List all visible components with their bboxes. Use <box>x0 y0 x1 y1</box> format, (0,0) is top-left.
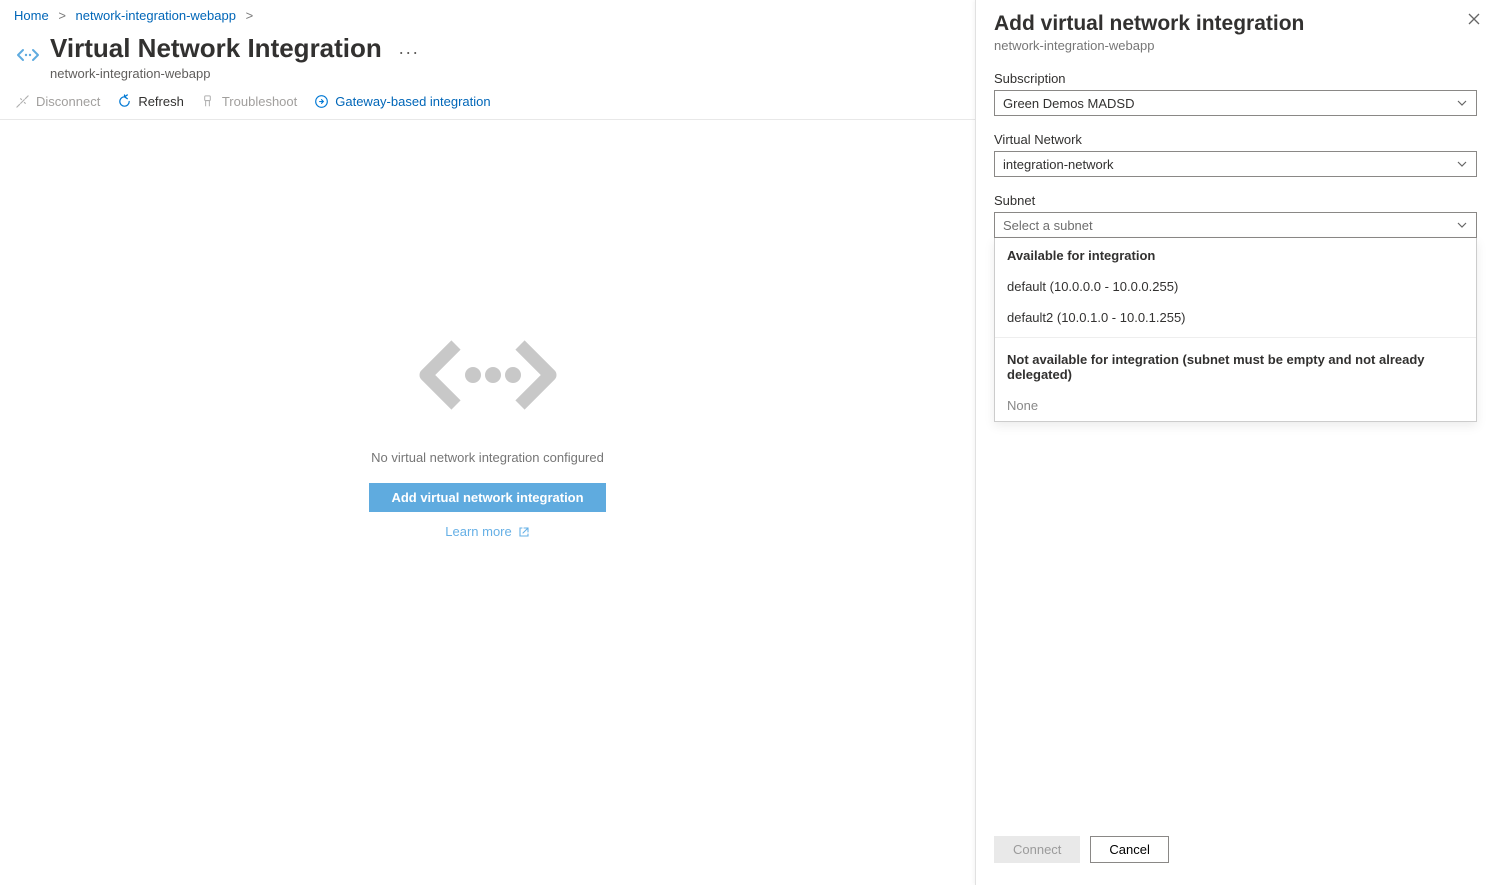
page-subtitle: network-integration-webapp <box>50 66 419 81</box>
gateway-integration-button[interactable]: Gateway-based integration <box>313 93 490 109</box>
cancel-button[interactable]: Cancel <box>1090 836 1168 863</box>
breadcrumb-sep-2: > <box>240 8 260 23</box>
unplug-icon <box>14 93 30 109</box>
gateway-label: Gateway-based integration <box>335 94 490 109</box>
available-group-label: Available for integration <box>995 238 1476 271</box>
breadcrumb-sep-1: > <box>52 8 72 23</box>
subnet-placeholder: Select a subnet <box>1003 218 1093 233</box>
chevron-down-icon <box>1456 219 1468 231</box>
page-title: Virtual Network Integration <box>50 33 382 64</box>
troubleshoot-button: Troubleshoot <box>200 93 297 109</box>
subnet-dropdown: Available for integration default (10.0.… <box>994 238 1477 422</box>
external-link-icon <box>518 526 530 538</box>
troubleshoot-label: Troubleshoot <box>222 94 297 109</box>
vnet-value: integration-network <box>1003 157 1114 172</box>
unavailable-group-label: Not available for integration (subnet mu… <box>995 342 1476 390</box>
flyout-footer: Connect Cancel <box>994 822 1477 885</box>
arrow-right-icon <box>313 93 329 109</box>
close-button[interactable] <box>1467 12 1481 26</box>
subnet-label: Subnet <box>994 193 1477 208</box>
refresh-label: Refresh <box>138 94 184 109</box>
connect-button: Connect <box>994 836 1080 863</box>
dropdown-divider <box>995 337 1476 338</box>
learn-more-link[interactable]: Learn more <box>445 524 529 539</box>
more-actions-button[interactable]: ··· <box>398 42 419 62</box>
add-vnet-flyout: Add virtual network integration network-… <box>975 0 1495 885</box>
empty-state: No virtual network integration configure… <box>0 120 975 539</box>
subscription-label: Subscription <box>994 71 1477 86</box>
chevron-down-icon <box>1456 97 1468 109</box>
command-bar: Disconnect Refresh Troubleshoot Gateway-… <box>0 83 975 120</box>
page-header: Virtual Network Integration ··· network-… <box>0 29 975 83</box>
disconnect-label: Disconnect <box>36 94 100 109</box>
flyout-title: Add virtual network integration <box>994 12 1477 36</box>
subnet-option[interactable]: default (10.0.0.0 - 10.0.0.255) <box>995 271 1476 302</box>
empty-message: No virtual network integration configure… <box>371 450 604 465</box>
unavailable-none: None <box>995 390 1476 421</box>
subnet-select[interactable]: Select a subnet <box>994 212 1477 238</box>
refresh-icon <box>116 93 132 109</box>
refresh-button[interactable]: Refresh <box>116 93 184 109</box>
vnet-label: Virtual Network <box>994 132 1477 147</box>
subscription-value: Green Demos MADSD <box>1003 96 1134 111</box>
code-dots-icon <box>408 330 568 420</box>
troubleshoot-icon <box>200 93 216 109</box>
vnet-integration-icon <box>14 41 42 69</box>
chevron-down-icon <box>1456 158 1468 170</box>
subnet-option[interactable]: default2 (10.0.1.0 - 10.0.1.255) <box>995 302 1476 333</box>
vnet-select[interactable]: integration-network <box>994 151 1477 177</box>
breadcrumb-resource[interactable]: network-integration-webapp <box>76 8 236 23</box>
disconnect-button: Disconnect <box>14 93 100 109</box>
close-icon <box>1467 12 1481 26</box>
learn-more-label: Learn more <box>445 524 511 539</box>
subscription-select[interactable]: Green Demos MADSD <box>994 90 1477 116</box>
flyout-subtitle: network-integration-webapp <box>994 38 1477 53</box>
add-vnet-integration-button[interactable]: Add virtual network integration <box>369 483 605 512</box>
breadcrumb-home[interactable]: Home <box>14 8 49 23</box>
breadcrumb: Home > network-integration-webapp > <box>0 0 975 29</box>
